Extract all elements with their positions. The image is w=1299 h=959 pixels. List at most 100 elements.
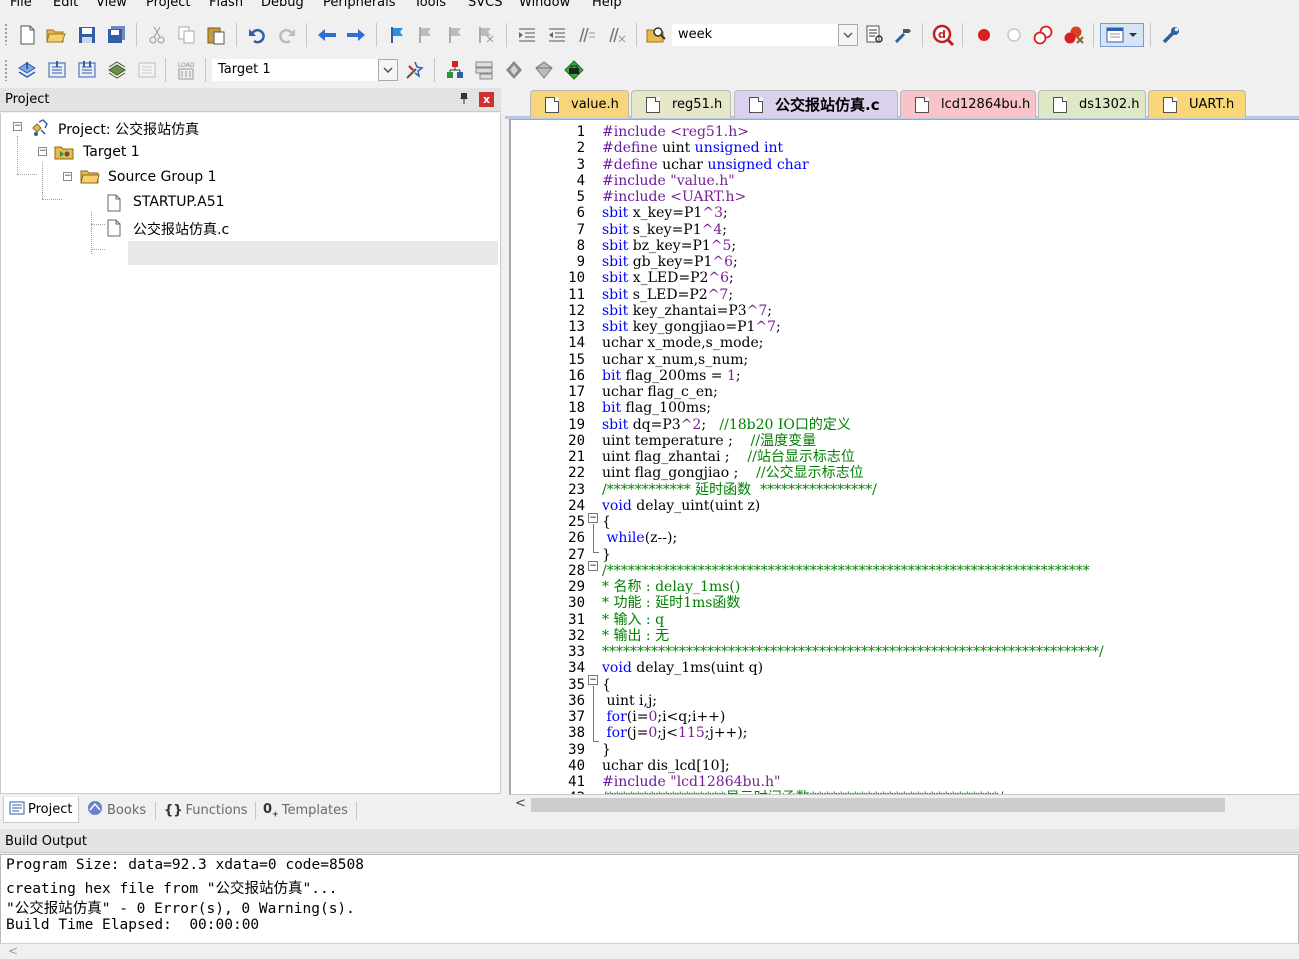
tab-ds1302-h[interactable]: ds1302.h [1038, 90, 1146, 118]
fold-toggle[interactable]: − [588, 561, 598, 571]
tab-reg51-h[interactable]: reg51.h [631, 90, 731, 118]
file-extensions-icon[interactable] [473, 59, 495, 81]
start-debug-icon[interactable]: d [932, 24, 954, 46]
unindent-icon[interactable] [546, 24, 568, 46]
toolbar-grip[interactable] [4, 23, 8, 45]
tab-uart-h[interactable]: UART.h [1148, 90, 1246, 118]
tab-project[interactable]: Project [3, 797, 79, 823]
comment-icon[interactable] [576, 24, 598, 46]
menu-edit[interactable]: Edit [53, 0, 78, 10]
find-replace-icon[interactable] [893, 24, 915, 46]
nav-back-icon[interactable] [316, 24, 338, 46]
stop-build-icon[interactable] [136, 59, 158, 81]
project-tree[interactable]: − Project: 公交报站仿真 − Target 1 − Source Gr… [0, 113, 501, 794]
menu-help[interactable]: Help [592, 0, 622, 10]
menu-svcs[interactable]: SVCS [468, 0, 502, 10]
new-file-icon[interactable] [16, 24, 38, 46]
chevron-down-icon[interactable] [838, 24, 858, 46]
menu-file[interactable]: File [10, 0, 32, 10]
target-options-icon[interactable] [404, 59, 426, 81]
disable-breakpoint-icon[interactable] [1003, 24, 1025, 46]
insert-breakpoint-icon[interactable] [973, 24, 995, 46]
select-packs-icon[interactable] [503, 59, 525, 81]
code-editor[interactable]: 1 2 3 4 5 6 7 8 9 10 11 12 13 14 15 16 17 18 19 20 21 22 23 24 2… [509, 119, 1299, 794]
tree-file-startup[interactable]: STARTUP.A51 [1, 191, 301, 213]
scroll-left-icon[interactable]: < [8, 944, 18, 958]
build-line: Build Time Elapsed: 00:00:00 [6, 917, 260, 933]
file-icon [646, 96, 660, 113]
undo-icon[interactable] [246, 24, 268, 46]
manage-project-items-icon[interactable] [444, 59, 466, 81]
pack-installer-icon[interactable] [533, 59, 555, 81]
translate-icon[interactable] [16, 59, 38, 81]
run-time-environment-icon[interactable] [563, 59, 585, 81]
editor-horizontal-scrollbar[interactable]: < [509, 794, 1299, 814]
collapse-toggle[interactable]: − [63, 172, 72, 181]
menu-tools[interactable]: Tools [414, 0, 446, 10]
pin-icon[interactable] [457, 92, 471, 106]
tree-file-main-c[interactable]: 公交报站仿真.c [1, 216, 301, 238]
rebuild-icon[interactable] [76, 59, 98, 81]
configure-wrench-icon[interactable] [1160, 24, 1182, 46]
toolbar-grip[interactable] [4, 59, 8, 81]
tree-node-source-group[interactable]: − Source Group 1 [1, 166, 301, 188]
close-icon[interactable]: x [479, 92, 494, 107]
code-line: #define uint unsigned int [602, 140, 1104, 156]
clear-bookmarks-icon[interactable] [475, 24, 497, 46]
fold-toggle[interactable]: − [588, 675, 598, 685]
build-icon[interactable] [46, 59, 68, 81]
menu-peripherals[interactable]: Peripherals [323, 0, 396, 10]
batch-build-icon[interactable] [106, 59, 128, 81]
download-icon[interactable]: LOAD [175, 59, 197, 81]
open-file-icon[interactable] [45, 24, 67, 46]
line-number: 15 [568, 351, 585, 368]
build-output-text[interactable]: Program Size: data=92.3 xdata=0 code=850… [0, 854, 1299, 944]
menu-window[interactable]: Window [519, 0, 570, 10]
tab-templates[interactable]: 0+ Templates [263, 797, 348, 823]
scroll-left-icon[interactable]: < [515, 796, 526, 811]
menu-view[interactable]: View [96, 0, 127, 10]
code-token: bit [602, 400, 626, 417]
scrollbar-thumb[interactable] [531, 798, 1225, 812]
indent-icon[interactable] [516, 24, 538, 46]
paste-icon[interactable] [205, 24, 227, 46]
build-horizontal-scrollbar[interactable]: < [0, 943, 1299, 959]
tab-lcd12864bu-h[interactable]: lcd12864bu.h [900, 90, 1036, 118]
tab-functions[interactable]: {} Functions [164, 797, 248, 823]
incremental-find-icon[interactable] [864, 24, 886, 46]
tree-node-project[interactable]: − Project: 公交报站仿真 [1, 116, 301, 138]
save-all-icon[interactable] [106, 24, 128, 46]
bookmark-icon[interactable] [386, 24, 408, 46]
chevron-down-icon[interactable] [378, 59, 398, 81]
tab-value-h[interactable]: value.h [530, 90, 629, 118]
tab-label: ds1302.h [1079, 97, 1140, 112]
nav-forward-icon[interactable] [345, 24, 367, 46]
fold-toggle[interactable]: − [588, 513, 598, 523]
next-bookmark-icon[interactable] [445, 24, 467, 46]
copy-icon[interactable] [176, 24, 198, 46]
uncomment-icon[interactable] [606, 24, 628, 46]
menu-debug[interactable]: Debug [261, 0, 304, 10]
save-icon[interactable] [76, 24, 98, 46]
tab-books[interactable]: Books [86, 797, 146, 823]
menu-project[interactable]: Project [146, 0, 190, 10]
line-number: 10 [568, 270, 585, 287]
collapse-toggle[interactable]: − [38, 147, 47, 156]
window-layout-icon[interactable] [1100, 23, 1144, 47]
code-token: uchar x_mode,s_mode; [602, 335, 764, 352]
collapse-toggle[interactable]: − [13, 122, 22, 131]
disable-all-breakpoints-icon[interactable] [1033, 24, 1055, 46]
tree-node-target[interactable]: − Target 1 [1, 141, 301, 163]
tab-main-c[interactable]: 公交报站仿真.c [734, 90, 898, 118]
find-in-files-icon[interactable] [645, 24, 667, 46]
code-line: uchar x_num,s_num; [602, 352, 1104, 368]
target-combo[interactable]: Target 1 [212, 59, 398, 81]
code-line: void delay_uint(uint z) [602, 498, 1104, 514]
cut-icon[interactable] [146, 24, 168, 46]
find-combo[interactable]: week [672, 24, 858, 46]
kill-all-breakpoints-icon[interactable] [1063, 24, 1085, 46]
redo-icon[interactable] [276, 24, 298, 46]
prev-bookmark-icon[interactable] [415, 24, 437, 46]
menu-flash[interactable]: Flash [209, 0, 243, 10]
code-token: s_LED=P2 [632, 286, 708, 303]
